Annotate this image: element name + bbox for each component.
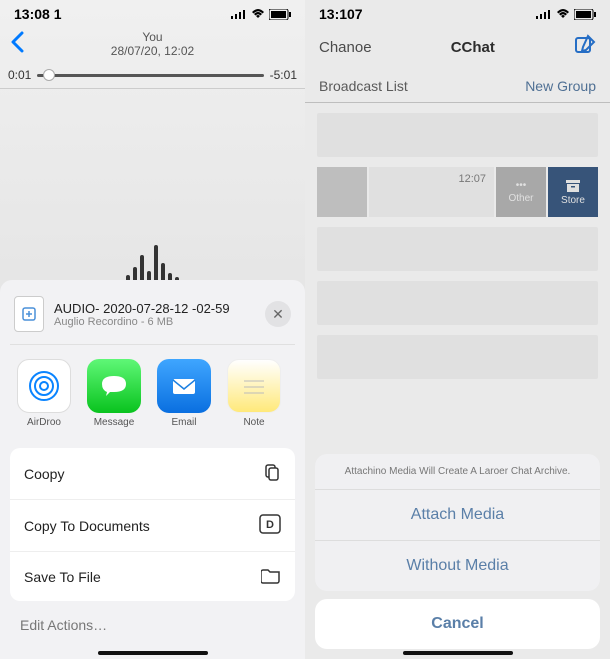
swipe-label: Other (508, 193, 533, 204)
share-sheet: AUDIO- 2020-07-28-12 -02-59 Auglio Recor… (0, 280, 305, 659)
swipe-more-button[interactable]: ••• Other (496, 167, 546, 217)
new-group-link[interactable]: New Group (525, 78, 596, 94)
airdrop-icon (17, 359, 71, 413)
action-label: Save To File (24, 569, 101, 585)
copy-icon (261, 462, 281, 485)
waveform-icon (126, 235, 179, 285)
scrubber-knob[interactable] (43, 69, 55, 81)
notes-icon (227, 359, 281, 413)
right-screen: 13:107 Chanoe CChat Broadcast List New G… (305, 0, 610, 659)
chats-subnav: Broadcast List New Group (305, 70, 610, 103)
sheet-message: Attachino Media Will Create A Laroer Cha… (315, 454, 600, 490)
status-bar: 13:107 (305, 0, 610, 24)
back-button[interactable] (10, 29, 24, 60)
status-time: 13:08 1 (14, 6, 61, 22)
cancel-button[interactable]: Cancel (315, 599, 600, 649)
file-name: AUDIO- 2020-07-28-12 -02-59 (54, 301, 255, 316)
document-icon (14, 296, 44, 332)
email-icon (157, 359, 211, 413)
chat-item-swiped[interactable]: 12:07 ••• Other Store (317, 167, 598, 217)
chat-item[interactable] (317, 113, 598, 157)
left-screen: 13:08 1 You 28/07/20, 12:02 0:01 -5:01 (0, 0, 305, 659)
chat-timestamp: 12:07 (458, 173, 486, 185)
edit-link[interactable]: Chanoe (319, 39, 372, 56)
sheet-header: AUDIO- 2020-07-28-12 -02-59 Auglio Recor… (10, 290, 295, 345)
action-label: Copy To Documents (24, 518, 150, 534)
status-indicators (536, 9, 596, 20)
chevron-left-icon (10, 31, 24, 53)
battery-icon (574, 9, 596, 20)
audio-player: 0:01 -5:01 (0, 64, 305, 89)
compose-icon (574, 34, 596, 56)
status-indicators (231, 9, 291, 20)
nav-title: CChat (451, 39, 495, 56)
chat-item[interactable] (317, 227, 598, 271)
compose-button[interactable] (574, 34, 596, 60)
close-icon: ✕ (272, 306, 284, 323)
without-media-button[interactable]: Without Media (315, 541, 600, 591)
scrubber-track[interactable] (37, 74, 263, 77)
app-airdrop[interactable]: AirDroo (16, 359, 72, 428)
file-meta: Auglio Recordino - 6 MB (54, 316, 255, 328)
more-icon: ••• (516, 180, 527, 191)
app-notes[interactable]: Note (226, 359, 282, 428)
action-label: Coopy (24, 466, 64, 482)
battery-icon (269, 9, 291, 20)
nav-subtitle: 28/07/20, 12:02 (111, 44, 194, 58)
action-list: Coopy Copy To Documents D Save To File (10, 448, 295, 601)
wifi-icon (556, 9, 570, 19)
app-label: Note (243, 417, 264, 428)
elapsed-time: 0:01 (8, 68, 31, 82)
documents-icon: D (259, 514, 281, 537)
nav-header: You 28/07/20, 12:02 (0, 24, 305, 64)
save-to-file-action[interactable]: Save To File (10, 552, 295, 601)
chats-nav: Chanoe CChat (305, 24, 610, 70)
dimmed-background: 13:107 Chanoe CChat Broadcast List New G… (305, 0, 610, 379)
status-time: 13:107 (319, 6, 363, 22)
status-bar: 13:08 1 (0, 0, 305, 24)
wifi-icon (251, 9, 265, 19)
action-sheet: Attachino Media Will Create A Laroer Cha… (305, 454, 610, 659)
chat-item[interactable] (317, 281, 598, 325)
home-indicator[interactable] (98, 651, 208, 655)
close-button[interactable]: ✕ (265, 301, 291, 327)
swipe-archive-button[interactable]: Store (548, 167, 598, 217)
archive-icon (565, 179, 581, 193)
app-label: Message (94, 417, 135, 428)
app-messages[interactable]: Message (86, 359, 142, 428)
chat-avatar (317, 167, 367, 217)
broadcast-lists-link[interactable]: Broadcast List (319, 78, 408, 94)
messages-icon (87, 359, 141, 413)
waveform-area (0, 89, 305, 289)
copy-action[interactable]: Coopy (10, 448, 295, 500)
signal-icon (536, 9, 552, 19)
share-apps-row[interactable]: AirDroo Message Email Note (10, 345, 295, 442)
nav-title-block: You 28/07/20, 12:02 (111, 30, 194, 58)
chat-item[interactable] (317, 335, 598, 379)
remaining-time: -5:01 (270, 68, 297, 82)
app-label: Email (171, 417, 196, 428)
app-email[interactable]: Email (156, 359, 212, 428)
attach-media-button[interactable]: Attach Media (315, 490, 600, 541)
app-label: AirDroo (27, 417, 61, 428)
svg-text:D: D (266, 519, 274, 531)
action-sheet-options: Attachino Media Will Create A Laroer Cha… (315, 454, 600, 591)
nav-title: You (111, 30, 194, 44)
folder-icon (261, 566, 281, 587)
copy-to-documents-action[interactable]: Copy To Documents D (10, 500, 295, 552)
sheet-title-block: AUDIO- 2020-07-28-12 -02-59 Auglio Recor… (54, 301, 255, 328)
home-indicator[interactable] (403, 651, 513, 655)
swipe-label: Store (561, 195, 585, 206)
signal-icon (231, 9, 247, 19)
edit-actions-link[interactable]: Edit Actions… (10, 601, 295, 639)
chat-body[interactable]: 12:07 (369, 167, 494, 217)
